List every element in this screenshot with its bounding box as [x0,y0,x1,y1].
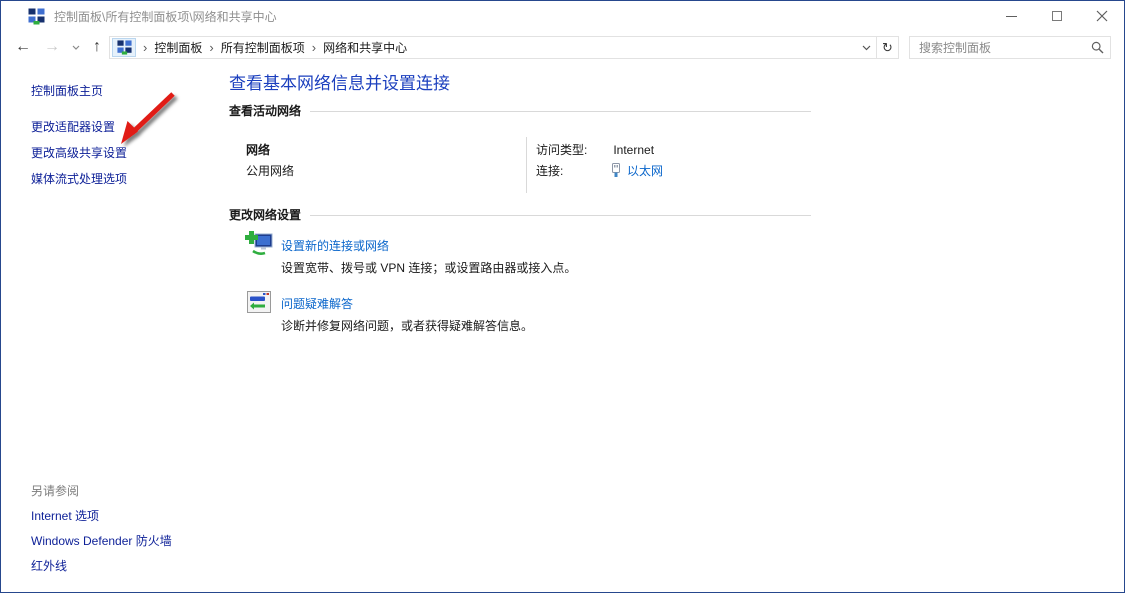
breadcrumb-network-sharing-center[interactable]: 网络和共享中心 [323,39,407,56]
close-icon [1096,10,1108,22]
active-networks-section-header: 查看活动网络 [229,102,811,119]
setup-new-connection-desc: 设置宽带、拨号或 VPN 连接；或设置路由器或接入点。 [281,259,576,276]
window-title: 控制面板\所有控制面板项\网络和共享中心 [54,8,277,25]
sidebar-item-control-panel-home[interactable]: 控制面板主页 [31,82,103,99]
network-name: 网络 [246,141,270,158]
section-rule [310,215,811,216]
chevron-down-icon [862,45,871,51]
ethernet-link[interactable]: 以太网 [627,162,663,179]
back-button[interactable]: ← [9,31,37,63]
troubleshoot-icon [247,291,271,317]
sidebar-item-change-advanced-sharing-settings[interactable]: 更改高级共享设置 [31,144,127,161]
sidebar-item-change-adapter-settings[interactable]: 更改适配器设置 [31,118,115,135]
breadcrumb-separator-icon: › [305,40,323,55]
sidebar-item-media-streaming-options[interactable]: 媒体流式处理选项 [31,170,127,187]
section-label: 更改网络设置 [229,206,301,223]
minimize-button[interactable] [989,1,1034,31]
title-bar: 控制面板\所有控制面板项\网络和共享中心 [1,1,1124,31]
network-center-icon [117,40,132,55]
search-box [909,36,1111,59]
network-type: 公用网络 [246,162,294,179]
breadcrumb-separator-icon: › [136,40,154,55]
breadcrumb-all-items[interactable]: 所有控制面板项 [221,39,305,56]
recent-pages-dropdown[interactable] [67,31,85,63]
breadcrumb-location-button[interactable] [112,38,136,57]
section-rule [310,111,811,112]
refresh-button[interactable]: ↻ [876,37,898,58]
access-type-row: 访问类型: Internet [536,141,654,158]
connections-label: 连接: [536,162,610,179]
troubleshoot-problems-desc: 诊断并修复网络问题，或者获得疑难解答信息。 [281,317,533,334]
ethernet-icon [610,163,622,178]
active-network-divider [526,137,527,193]
content-area: 控制面板主页 更改适配器设置 更改高级共享设置 媒体流式处理选项 另请参阅 In… [1,63,1124,592]
troubleshoot-problems-link[interactable]: 问题疑难解答 [281,295,353,312]
breadcrumb-separator-icon: › [202,40,220,55]
change-network-settings-section-header: 更改网络设置 [229,206,811,223]
access-type-value: Internet [613,143,654,157]
new-connection-icon [245,230,273,258]
minimize-icon [1006,16,1017,17]
sidebar: 控制面板主页 更改适配器设置 更改高级共享设置 媒体流式处理选项 另请参阅 In… [1,63,216,592]
up-button[interactable]: ↑ [85,31,109,63]
sidebar-item-internet-options[interactable]: Internet 选项 [31,507,99,524]
navigation-bar: ← → ↑ › 控制面板 › 所有控制面板项 › 网络和共享中心 [1,31,1124,63]
main-panel: 查看基本网络信息并设置连接 查看活动网络 网络 公用网络 访问类型: Inter… [216,63,1124,592]
search-button[interactable] [1084,41,1110,54]
address-bar[interactable]: › 控制面板 › 所有控制面板项 › 网络和共享中心 ↻ [109,36,899,59]
network-center-icon [28,8,45,25]
maximize-icon [1052,11,1062,21]
search-input[interactable] [910,41,1084,55]
section-label: 查看活动网络 [229,102,301,119]
connections-row: 连接: 以太网 [536,162,663,179]
access-type-label: 访问类型: [536,141,610,158]
close-button[interactable] [1079,1,1124,31]
sidebar-item-windows-defender-firewall[interactable]: Windows Defender 防火墙 [31,532,172,549]
page-title: 查看基本网络信息并设置连接 [229,69,450,94]
forward-button[interactable]: → [39,31,65,63]
see-also-header: 另请参阅 [31,482,79,499]
setup-new-connection-link[interactable]: 设置新的连接或网络 [281,237,389,254]
chevron-down-icon [72,45,80,50]
search-icon [1091,41,1104,54]
maximize-button[interactable] [1034,1,1079,31]
network-sharing-center-window: 控制面板\所有控制面板项\网络和共享中心 ← → ↑ [0,0,1125,593]
address-dropdown-button[interactable] [856,37,876,58]
sidebar-item-infrared[interactable]: 红外线 [31,557,67,574]
breadcrumb-control-panel[interactable]: 控制面板 [154,39,202,56]
